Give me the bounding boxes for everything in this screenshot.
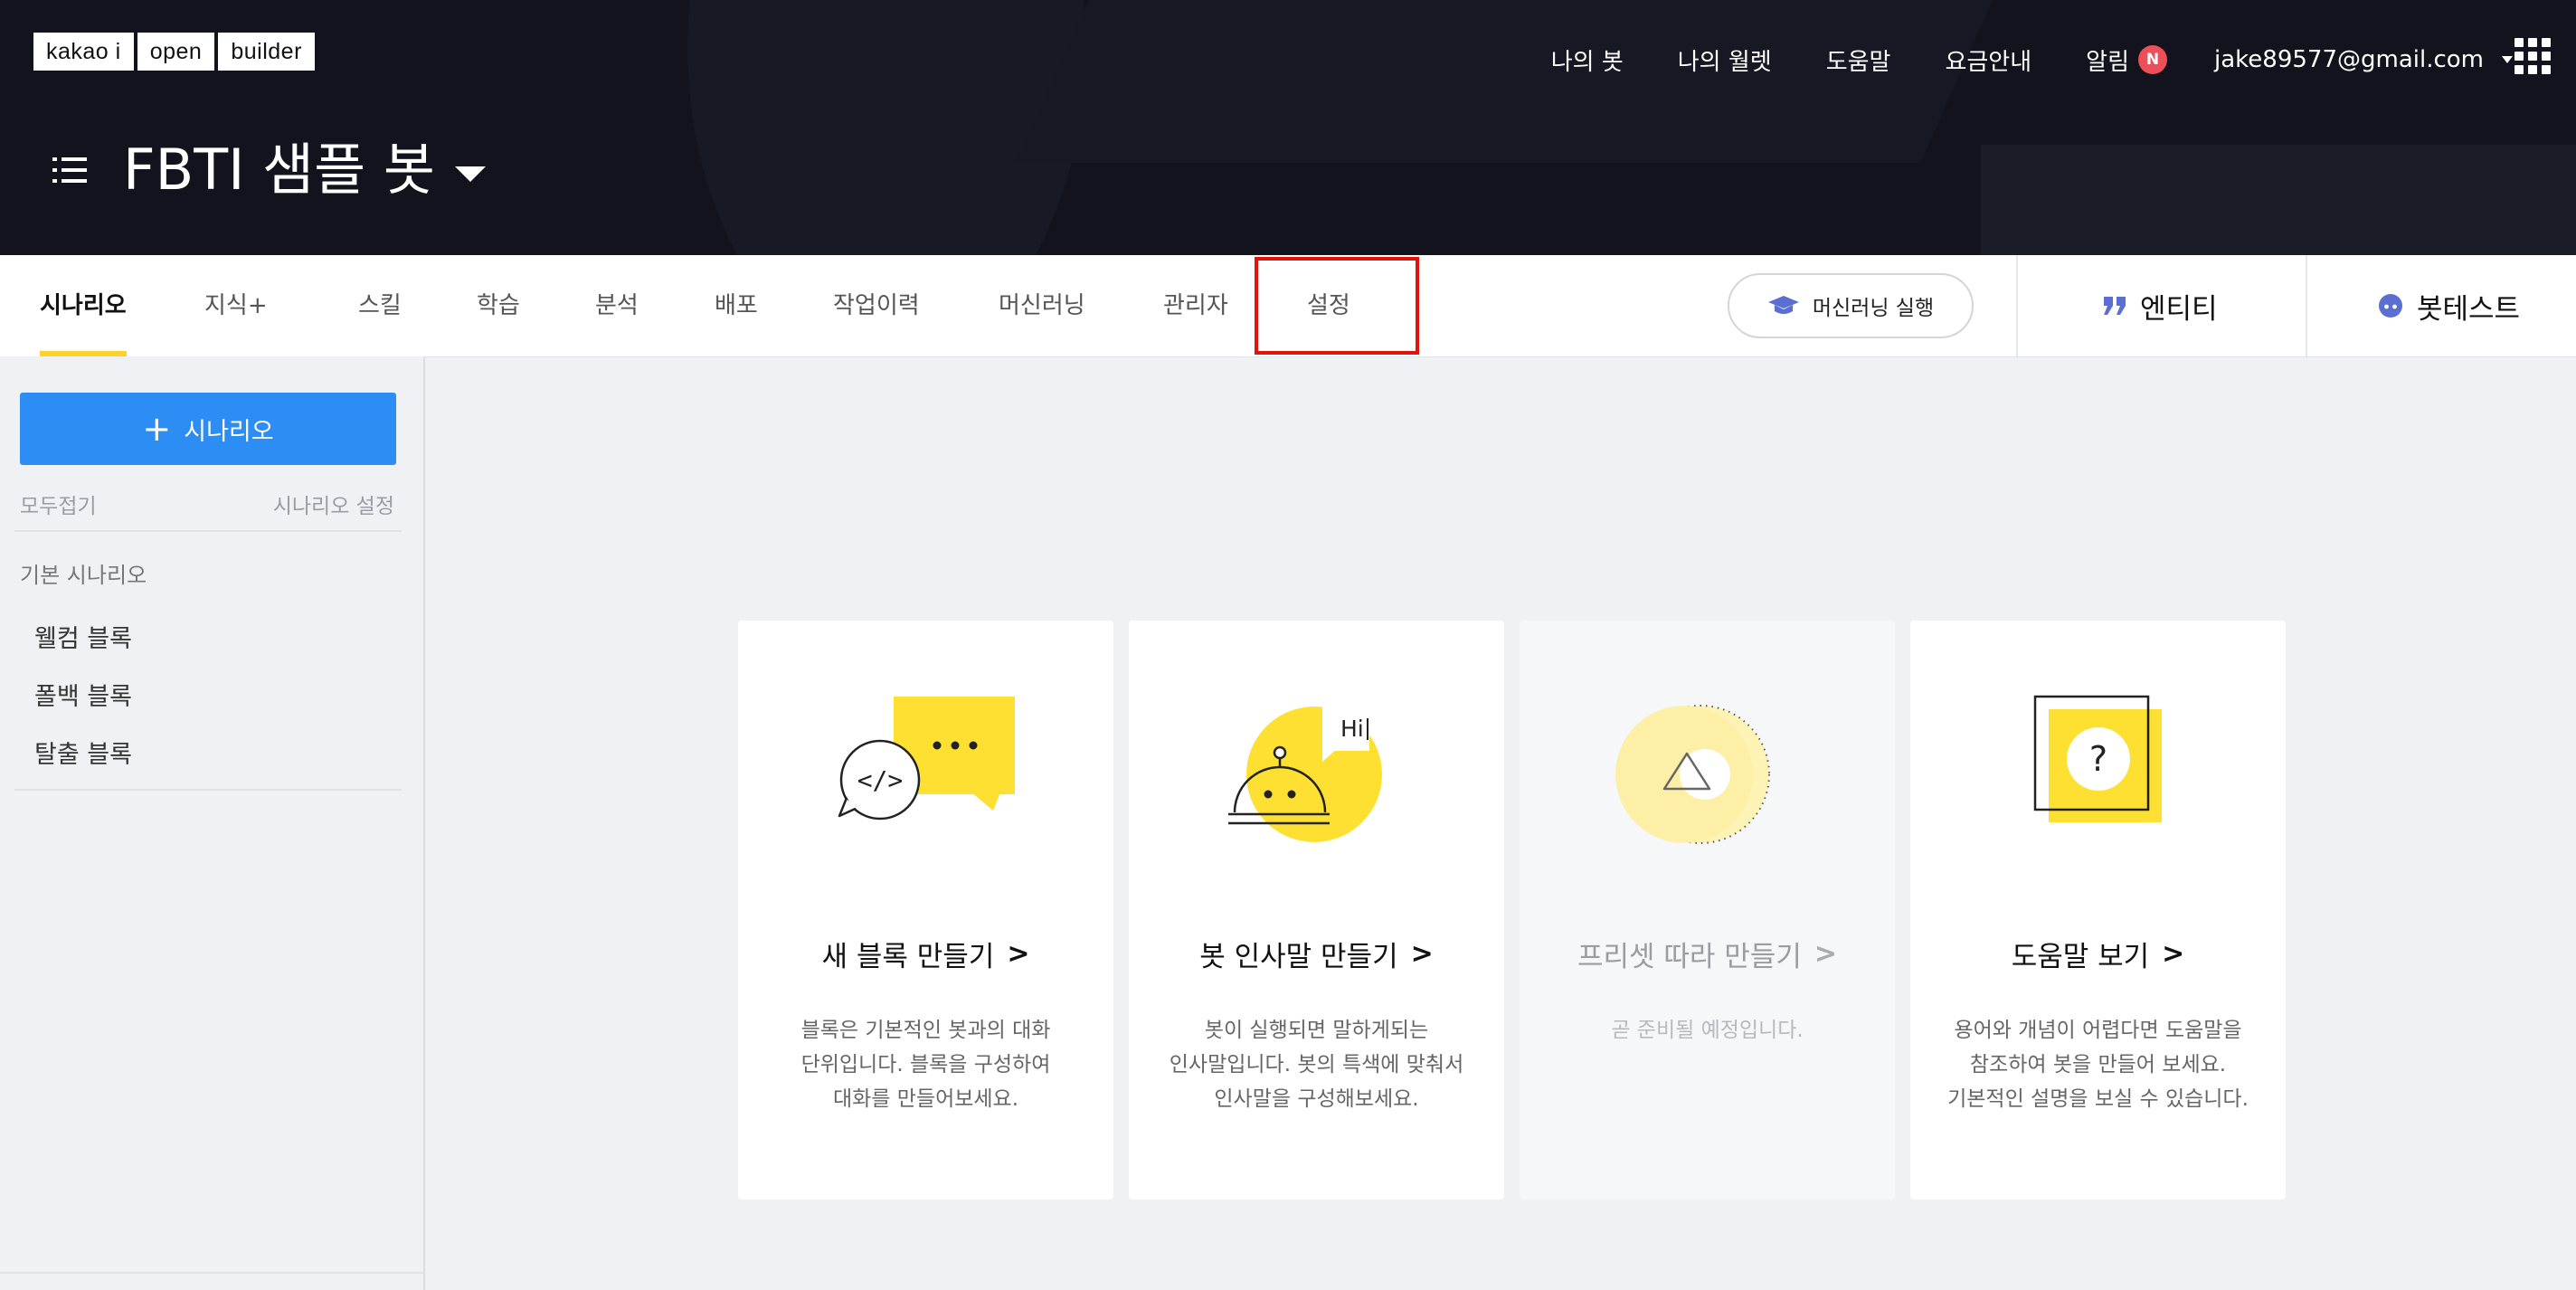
bot-test-tab[interactable]: 봇테스트 bbox=[2377, 255, 2520, 356]
section-title: 기본 시나리오 bbox=[20, 563, 147, 588]
card-desc-line: 참조하여 봇을 만들어 보세요. bbox=[1969, 1053, 2227, 1077]
preset-triangle-icon bbox=[1615, 705, 1770, 844]
divider bbox=[0, 1272, 423, 1274]
collapse-all-link[interactable]: 모두접기 bbox=[20, 488, 97, 519]
tab-skill[interactable]: 스킬 bbox=[358, 255, 402, 356]
card-desc-line: 곧 준비될 예정입니다. bbox=[1611, 1019, 1804, 1042]
tab-deploy[interactable]: 배포 bbox=[715, 255, 758, 356]
tab-machine-learning[interactable]: 머신러닝 bbox=[999, 255, 1085, 356]
tab-admin[interactable]: 관리자 bbox=[1163, 255, 1228, 356]
card-title[interactable]: 새 블록 만들기 > bbox=[738, 934, 1113, 974]
header: kakao i open builder 나의 봇 나의 월렛 도움말 요금안내… bbox=[0, 0, 2576, 255]
apps-grid-icon[interactable] bbox=[2514, 38, 2551, 74]
header-decoration bbox=[1981, 145, 2576, 255]
card-desc-line: 인사말을 구성해보세요. bbox=[1214, 1087, 1419, 1111]
ml-run-label: 머신러닝 실행 bbox=[1812, 297, 1935, 320]
card-desc-line: 대화를 만들어보세요. bbox=[832, 1087, 1019, 1111]
card-description: 용어와 개념이 어렵다면 도움말을 참조하여 봇을 만들어 보세요. 기본적인 … bbox=[1910, 1013, 2286, 1116]
notifications-label: 알림 bbox=[2086, 48, 2129, 76]
entity-label: 엔티티 bbox=[2140, 292, 2218, 326]
card-title: 프리셋 따라 만들기 > bbox=[1520, 934, 1895, 974]
divider bbox=[14, 789, 402, 791]
header-decoration bbox=[1016, 0, 2041, 163]
divider bbox=[2306, 255, 2307, 356]
tab-settings[interactable]: 설정 bbox=[1307, 255, 1350, 356]
card-desc-line: 블록은 기본적인 봇과의 대화 bbox=[800, 1019, 1051, 1042]
bot-title: FBTI 샘플 봇 bbox=[123, 137, 435, 203]
divider bbox=[2016, 255, 2018, 356]
hi-text: Hi bbox=[1340, 716, 1364, 742]
block-exit[interactable]: 탈출 블록 bbox=[34, 735, 132, 770]
caret-down-icon bbox=[454, 166, 486, 182]
user-email: jake89577@gmail.com bbox=[2214, 46, 2484, 73]
kakao-i-open-builder-logo[interactable]: kakao i open builder bbox=[33, 33, 315, 71]
tab-scenario[interactable]: 시나리오 bbox=[40, 255, 127, 356]
card-desc-line: 봇이 실행되면 말하게되는 bbox=[1204, 1019, 1429, 1042]
logo-part: kakao i bbox=[33, 33, 134, 71]
card-desc-line: 용어와 개념이 어렵다면 도움말을 bbox=[1954, 1019, 2242, 1042]
nav-help[interactable]: 도움말 bbox=[1826, 43, 1891, 77]
scenario-settings-link[interactable]: 시나리오 설정 bbox=[273, 488, 394, 519]
card-description: 블록은 기본적인 봇과의 대화 단위입니다. 블록을 구성하여 대화를 만들어보… bbox=[738, 1013, 1113, 1116]
nav-pricing[interactable]: 요금안내 bbox=[1945, 43, 2031, 77]
help-card[interactable]: ? 도움말 보기 > 용어와 개념이 어렵다면 도움말을 참조하여 봇을 만들어 … bbox=[1910, 621, 2286, 1200]
preset-card: 프리셋 따라 만들기 > 곧 준비될 예정입니다. bbox=[1520, 621, 1895, 1200]
card-desc-line: 인사말입니다. 봇의 특색에 맞춰서 bbox=[1169, 1053, 1464, 1077]
card-description: 곧 준비될 예정입니다. bbox=[1520, 1013, 1895, 1048]
bot-selector[interactable]: FBTI 샘플 봇 bbox=[123, 134, 486, 206]
tab-training[interactable]: 학습 bbox=[477, 255, 520, 356]
add-scenario-button[interactable]: + 시나리오 bbox=[20, 393, 396, 465]
bot-test-label: 봇테스트 bbox=[2417, 292, 2521, 326]
help-question-icon: ? bbox=[2033, 695, 2162, 822]
card-title[interactable]: 봇 인사말 만들기 > bbox=[1129, 934, 1504, 974]
list-menu-icon[interactable] bbox=[52, 156, 87, 185]
logo-part: open bbox=[137, 33, 215, 71]
top-nav: 나의 봇 나의 월렛 도움말 요금안내 알림 N jake89577@gmail… bbox=[1497, 38, 2513, 81]
new-block-card[interactable]: </> 새 블록 만들기 > 블록은 기본적인 봇과의 대화 단위입니다. 블록을… bbox=[738, 621, 1113, 1200]
svg-text:</>: </> bbox=[857, 765, 904, 795]
chat-bubble-icon bbox=[2379, 294, 2402, 318]
card-title[interactable]: 도움말 보기 > bbox=[1910, 934, 2286, 974]
divider bbox=[14, 530, 402, 532]
logo-part: builder bbox=[218, 33, 315, 71]
graduation-cap-icon bbox=[1767, 296, 1799, 314]
tab-knowledge-plus[interactable]: 지식+ bbox=[204, 255, 268, 356]
card-title-text: 프리셋 따라 만들기 bbox=[1577, 941, 1802, 973]
nav-my-bots[interactable]: 나의 봇 bbox=[1551, 43, 1624, 77]
chevron-right-icon: > bbox=[1814, 938, 1837, 970]
card-desc-line: 기본적인 설명을 보실 수 있습니다. bbox=[1947, 1087, 2249, 1111]
card-title-text: 봇 인사말 만들기 bbox=[1199, 941, 1398, 973]
chevron-right-icon: > bbox=[1410, 938, 1434, 970]
card-description: 봇이 실행되면 말하게되는 인사말입니다. 봇의 특색에 맞춰서 인사말을 구성… bbox=[1129, 1013, 1504, 1116]
chat-code-icon: </> bbox=[838, 697, 1015, 820]
user-account-menu[interactable]: jake89577@gmail.com bbox=[2214, 46, 2513, 73]
header-decoration bbox=[687, 0, 1085, 255]
add-scenario-label: 시나리오 bbox=[184, 417, 274, 446]
card-desc-line: 단위입니다. 블록을 구성하여 bbox=[800, 1053, 1051, 1077]
nav-notifications[interactable]: 알림 N bbox=[2086, 43, 2167, 77]
chevron-right-icon: > bbox=[2162, 938, 2185, 970]
notification-badge: N bbox=[2138, 45, 2167, 74]
block-welcome[interactable]: 웰컴 블록 bbox=[34, 619, 132, 654]
card-title-text: 새 블록 만들기 bbox=[821, 941, 995, 973]
sidebar: + 시나리오 모두접기 시나리오 설정 기본 시나리오 웰컴 블록 폴백 블록 … bbox=[0, 356, 425, 1290]
bot-hi-icon: Hi bbox=[1228, 704, 1382, 842]
tab-history[interactable]: 작업이력 bbox=[833, 255, 920, 356]
block-fallback[interactable]: 폴백 블록 bbox=[34, 677, 132, 712]
caret-down-icon bbox=[2502, 56, 2513, 63]
ml-run-button[interactable]: 머신러닝 실행 bbox=[1728, 273, 1974, 338]
question-mark-text: ? bbox=[2089, 739, 2107, 779]
quote-icon bbox=[2104, 297, 2126, 315]
bot-greeting-card[interactable]: Hi 봇 인사말 만들기 > 봇이 실행되면 말하게되는 인사말입니다. 봇의 특… bbox=[1129, 621, 1504, 1200]
chevron-right-icon: > bbox=[1007, 938, 1030, 970]
card-title-text: 도움말 보기 bbox=[2011, 941, 2150, 973]
nav-my-wallet[interactable]: 나의 월렛 bbox=[1678, 43, 1772, 77]
plus-icon: + bbox=[142, 409, 172, 449]
tab-analytics[interactable]: 분석 bbox=[595, 255, 639, 356]
entity-tab[interactable]: 엔티티 bbox=[2102, 255, 2218, 356]
